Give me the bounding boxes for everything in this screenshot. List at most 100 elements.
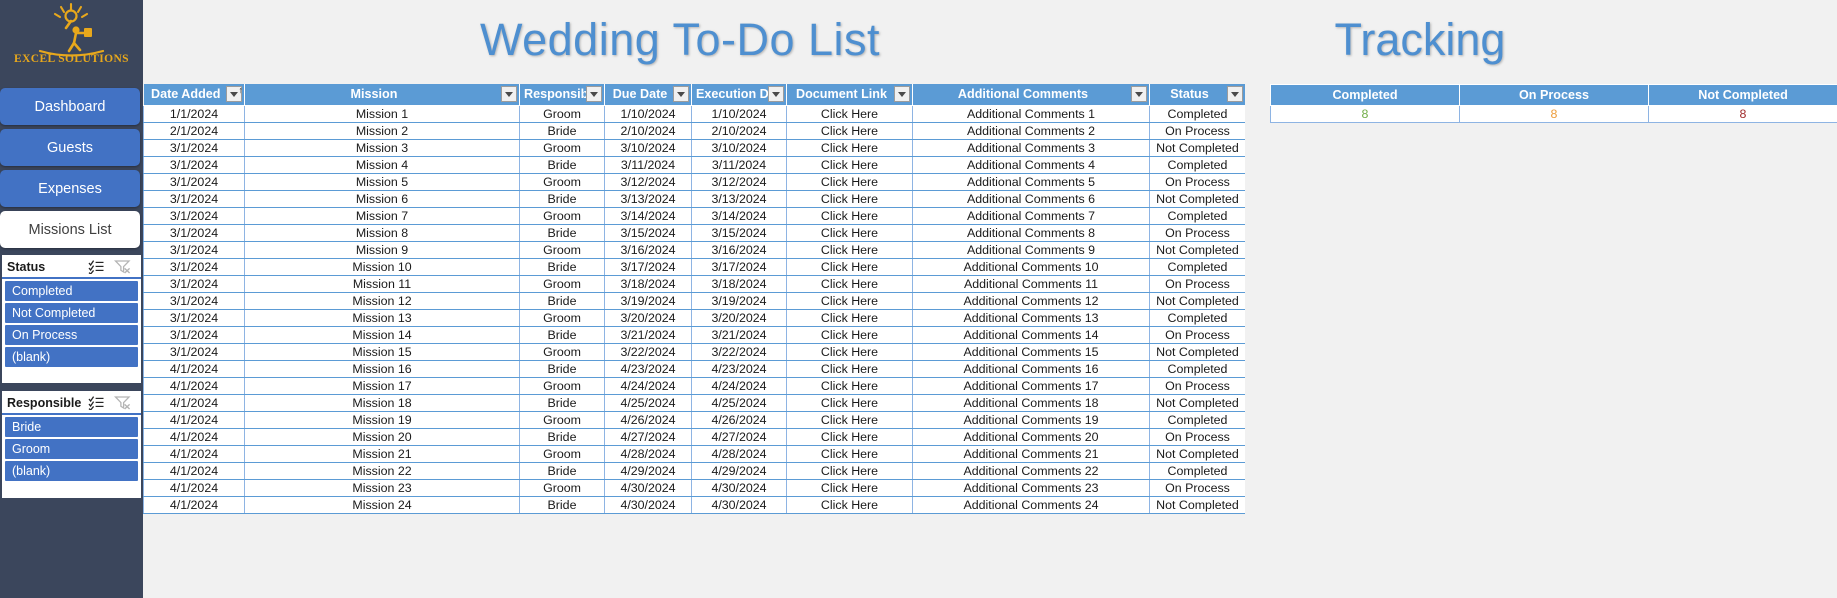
cell-document-link[interactable]: Click Here <box>786 275 913 293</box>
clear-filter-icon[interactable] <box>114 395 131 410</box>
filter-dropdown-icon[interactable] <box>586 86 602 102</box>
cell-document-link[interactable]: Click Here <box>786 377 913 395</box>
filter-dropdown-icon[interactable] <box>673 86 689 102</box>
cell-document-link[interactable]: Click Here <box>786 139 913 157</box>
cell-mission: Mission 9 <box>244 241 520 259</box>
cell-responsible: Groom <box>519 207 605 225</box>
cell-document-link[interactable]: Click Here <box>786 241 913 259</box>
cell-status: Not Completed <box>1149 292 1245 310</box>
slicer-item[interactable]: Not Completed <box>5 303 138 323</box>
cell-document-link[interactable]: Click Here <box>786 190 913 208</box>
cell-due-date: 3/12/2024 <box>604 173 692 191</box>
sort-filter-icon[interactable]: ↑ <box>226 85 243 102</box>
cell-execution-date: 3/19/2024 <box>691 292 787 310</box>
sidebar-item-dashboard[interactable]: Dashboard <box>0 88 140 125</box>
cell-document-link[interactable]: Click Here <box>786 428 913 446</box>
clear-filter-icon[interactable] <box>114 259 131 274</box>
cell-document-link[interactable]: Click Here <box>786 394 913 412</box>
cell-execution-date: 4/25/2024 <box>691 394 787 412</box>
cell-date-added: 3/1/2024 <box>143 156 245 174</box>
sidebar-item-guests[interactable]: Guests <box>0 129 140 166</box>
cell-date-added: 3/1/2024 <box>143 326 245 344</box>
cell-document-link[interactable]: Click Here <box>786 479 913 497</box>
cell-mission: Mission 12 <box>244 292 520 310</box>
table-row: 4/1/2024 Mission 24 Bride 4/30/2024 4/30/202… <box>143 496 1245 514</box>
table-row: 3/1/2024 Mission 6 Bride 3/13/2024 3/13/2024… <box>143 190 1245 208</box>
cell-execution-date: 3/11/2024 <box>691 156 787 174</box>
slicer-responsible-title: Responsible <box>7 396 82 410</box>
cell-document-link[interactable]: Click Here <box>786 173 913 191</box>
cell-additional-comments: Additional Comments 17 <box>912 377 1150 395</box>
cell-execution-date: 3/15/2024 <box>691 224 787 242</box>
cell-execution-date: 3/10/2024 <box>691 139 787 157</box>
slicer-item[interactable]: (blank) <box>5 461 138 481</box>
cell-responsible: Bride <box>519 428 605 446</box>
cell-mission: Mission 23 <box>244 479 520 497</box>
cell-responsible: Bride <box>519 122 605 140</box>
cell-document-link[interactable]: Click Here <box>786 309 913 327</box>
cell-date-added: 3/1/2024 <box>143 190 245 208</box>
cell-document-link[interactable]: Click Here <box>786 105 913 123</box>
cell-document-link[interactable]: Click Here <box>786 496 913 514</box>
cell-document-link[interactable]: Click Here <box>786 224 913 242</box>
multi-select-icon[interactable] <box>88 259 105 274</box>
logo-area: EXCEL SOLUTIONS <box>0 0 143 83</box>
cell-document-link[interactable]: Click Here <box>786 156 913 174</box>
tracking-header-not-completed: Not Completed <box>1648 84 1837 106</box>
cell-document-link[interactable]: Click Here <box>786 343 913 361</box>
filter-dropdown-icon[interactable] <box>894 86 910 102</box>
cell-document-link[interactable]: Click Here <box>786 258 913 276</box>
table-row: 3/1/2024 Mission 13 Groom 3/20/2024 3/20/202… <box>143 309 1245 327</box>
cell-responsible: Groom <box>519 411 605 429</box>
cell-document-link[interactable]: Click Here <box>786 462 913 480</box>
cell-responsible: Groom <box>519 105 605 123</box>
sidebar-item-missions-list[interactable]: Missions List <box>0 211 140 248</box>
cell-status: Not Completed <box>1149 343 1245 361</box>
cell-document-link[interactable]: Click Here <box>786 122 913 140</box>
tracking-header-row: Completed On Process Not Completed <box>1270 84 1837 106</box>
cell-execution-date: 3/13/2024 <box>691 190 787 208</box>
cell-status: On Process <box>1149 173 1245 191</box>
column-header-label: Mission <box>350 87 398 102</box>
slicer-item[interactable]: (blank) <box>5 347 138 367</box>
cell-date-added: 4/1/2024 <box>143 360 245 378</box>
cell-document-link[interactable]: Click Here <box>786 207 913 225</box>
cell-mission: Mission 18 <box>244 394 520 412</box>
cell-responsible: Groom <box>519 479 605 497</box>
cell-document-link[interactable]: Click Here <box>786 326 913 344</box>
chevron-down-icon <box>677 91 685 97</box>
filter-dropdown-icon[interactable] <box>768 86 784 102</box>
cell-document-link[interactable]: Click Here <box>786 411 913 429</box>
cell-date-added: 4/1/2024 <box>143 496 245 514</box>
slicer-item[interactable]: On Process <box>5 325 138 345</box>
slicer-item[interactable]: Completed <box>5 281 138 301</box>
cell-additional-comments: Additional Comments 5 <box>912 173 1150 191</box>
cell-responsible: Bride <box>519 360 605 378</box>
tracking-header-completed: Completed <box>1270 84 1460 106</box>
cell-mission: Mission 21 <box>244 445 520 463</box>
table-row: 3/1/2024 Mission 7 Groom 3/14/2024 3/14/2024… <box>143 207 1245 225</box>
sidebar-item-expenses[interactable]: Expenses <box>0 170 140 207</box>
cell-date-added: 4/1/2024 <box>143 479 245 497</box>
table-row: 3/1/2024 Mission 9 Groom 3/16/2024 3/16/2024… <box>143 241 1245 259</box>
cell-execution-date: 3/17/2024 <box>691 258 787 276</box>
cell-status: Not Completed <box>1149 445 1245 463</box>
multi-select-icon[interactable] <box>88 395 105 410</box>
cell-document-link[interactable]: Click Here <box>786 445 913 463</box>
cell-status: Completed <box>1149 258 1245 276</box>
cell-execution-date: 4/29/2024 <box>691 462 787 480</box>
cell-status: On Process <box>1149 326 1245 344</box>
filter-dropdown-icon[interactable] <box>1227 86 1243 102</box>
cell-document-link[interactable]: Click Here <box>786 360 913 378</box>
cell-document-link[interactable]: Click Here <box>786 292 913 310</box>
filter-dropdown-icon[interactable] <box>1131 86 1147 102</box>
cell-execution-date: 3/22/2024 <box>691 343 787 361</box>
cell-mission: Mission 22 <box>244 462 520 480</box>
slicer-item[interactable]: Bride <box>5 417 138 437</box>
slicer-item[interactable]: Groom <box>5 439 138 459</box>
cell-additional-comments: Additional Comments 9 <box>912 241 1150 259</box>
cell-date-added: 3/1/2024 <box>143 241 245 259</box>
slicer-status-items: Completed Not Completed On Process (blan… <box>2 281 141 367</box>
filter-dropdown-icon[interactable] <box>501 86 517 102</box>
cell-date-added: 4/1/2024 <box>143 445 245 463</box>
